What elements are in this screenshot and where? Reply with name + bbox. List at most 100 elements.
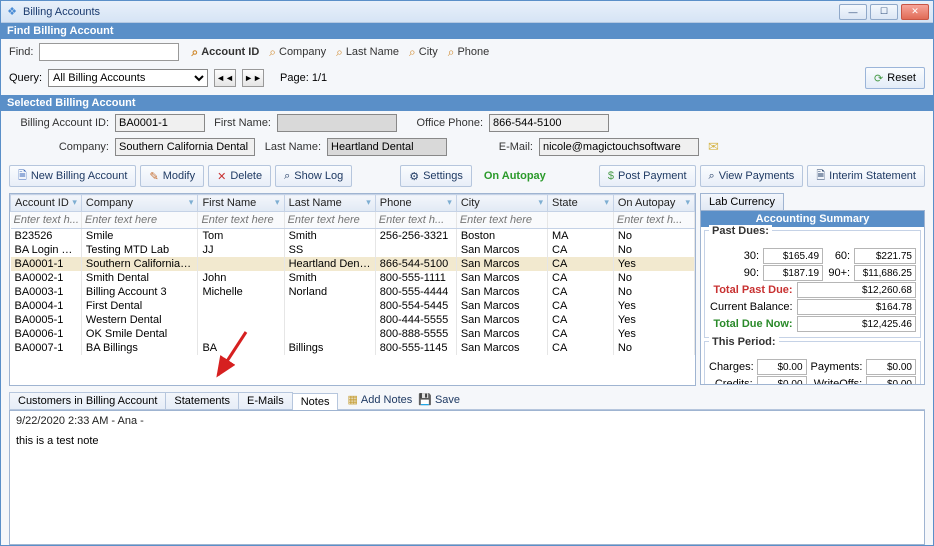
cell-state: MA — [548, 229, 614, 244]
first-name-field[interactable] — [277, 114, 397, 132]
cell-state: CA — [548, 243, 614, 257]
col-phone[interactable]: Phone▾ — [375, 195, 456, 212]
cell-autopay: Yes — [613, 257, 694, 271]
reset-button[interactable]: ⟳Reset — [865, 67, 925, 89]
cell-city: San Marcos — [456, 285, 547, 299]
last-name-field[interactable] — [327, 138, 447, 156]
cell-last: Billings — [284, 341, 375, 355]
find-input[interactable] — [39, 43, 179, 61]
d60-value: $221.75 — [854, 248, 916, 264]
show-log-button[interactable]: ⌕Show Log — [275, 165, 352, 187]
find-radio-last-name[interactable]: ⌕Last Name — [336, 45, 399, 60]
settings-button[interactable]: ⚙Settings — [400, 165, 472, 187]
accounts-grid[interactable]: Account ID▾Company▾First Name▾Last Name▾… — [10, 194, 695, 355]
modify-button[interactable]: ✎Modify — [140, 165, 204, 187]
delete-button[interactable]: ✕Delete — [208, 165, 271, 187]
column-filter-input[interactable] — [548, 212, 613, 228]
notes-textarea[interactable]: 9/22/2020 2:33 AM - Ana - this is a test… — [9, 410, 925, 545]
col-company[interactable]: Company▾ — [81, 195, 198, 212]
billing-account-id-field[interactable] — [115, 114, 205, 132]
d90-label: 90: — [709, 267, 759, 279]
column-filter-input[interactable] — [376, 212, 456, 228]
col-city[interactable]: City▾ — [456, 195, 547, 212]
company-field[interactable] — [115, 138, 255, 156]
email-field[interactable] — [539, 138, 699, 156]
cell-id: BA0003-1 — [11, 285, 82, 299]
close-button[interactable]: ✕ — [901, 4, 929, 20]
modify-icon: ✎ — [149, 170, 158, 183]
find-radio-account-id[interactable]: ⌕Account ID — [191, 45, 259, 60]
office-phone-field[interactable] — [489, 114, 609, 132]
page-last-button[interactable]: ►► — [242, 69, 264, 87]
tab-lab-currency[interactable]: Lab Currency — [700, 193, 784, 210]
maximize-button[interactable]: ☐ — [870, 4, 898, 20]
email-icon[interactable]: ✉ — [708, 139, 719, 155]
cell-first: BA — [198, 341, 284, 355]
col-first-name[interactable]: First Name▾ — [198, 195, 284, 212]
column-filter-input[interactable] — [11, 212, 81, 228]
query-select[interactable]: All Billing Accounts — [48, 69, 208, 87]
total-due-now-value: $12,425.46 — [797, 316, 916, 332]
reset-icon: ⟳ — [874, 72, 883, 85]
first-name-label: First Name: — [211, 117, 271, 129]
cell-phone: 256-256-3321 — [375, 229, 456, 244]
filter-icon: ▾ — [72, 197, 77, 208]
table-row[interactable]: B23526SmileTomSmith256-256-3321BostonMAN… — [11, 229, 695, 244]
tab-statements[interactable]: Statements — [165, 392, 239, 409]
find-radio-company[interactable]: ⌕Company — [269, 45, 326, 60]
find-radio-phone[interactable]: ⌕Phone — [448, 45, 490, 60]
column-filter-input[interactable] — [614, 212, 694, 228]
selected-row2: Company: Last Name: E-Mail: ✉ — [1, 135, 933, 159]
column-filter-input[interactable] — [82, 212, 198, 228]
table-row[interactable]: BA0005-1Western Dental800-444-5555San Ma… — [11, 313, 695, 327]
company-label: Company: — [9, 141, 109, 153]
column-filter-input[interactable] — [285, 212, 375, 228]
search-icon: ⌕ — [191, 45, 198, 60]
credits-value: $0.00 — [757, 376, 807, 385]
view-payments-button[interactable]: ⌕View Payments — [700, 165, 804, 187]
cell-company: Billing Account 3 — [81, 285, 198, 299]
cell-first — [198, 257, 284, 271]
table-row[interactable]: BA Login TestTesting MTD LabJJSSSan Marc… — [11, 243, 695, 257]
past-dues-legend: Past Dues: — [709, 225, 772, 237]
accounting-summary-box: Accounting Summary Past Dues: 30:$165.49… — [700, 210, 925, 385]
cell-phone: 800-554-5445 — [375, 299, 456, 313]
cell-city: San Marcos — [456, 257, 547, 271]
page-first-button[interactable]: ◄◄ — [214, 69, 236, 87]
billing-accounts-window: ❖ Billing Accounts — ☐ ✕ Find Billing Ac… — [0, 0, 934, 546]
log-icon: ⌕ — [284, 170, 290, 183]
find-row: Find: ⌕Account ID⌕Company⌕Last Name⌕City… — [1, 39, 933, 65]
current-balance-label: Current Balance: — [709, 301, 793, 313]
minimize-button[interactable]: — — [839, 4, 867, 20]
accounts-grid-wrap: Account ID▾Company▾First Name▾Last Name▾… — [9, 193, 696, 386]
save-notes-button[interactable]: 💾Save — [418, 393, 460, 406]
interim-statement-button[interactable]: 🗎Interim Statement — [807, 165, 925, 187]
search-icon: ⌕ — [336, 45, 343, 60]
right-column: Lab Currency Accounting Summary Past Due… — [700, 193, 925, 386]
table-row[interactable]: BA0003-1Billing Account 3MichelleNorland… — [11, 285, 695, 299]
add-notes-button[interactable]: ▦Add Notes — [347, 393, 412, 406]
col-state[interactable]: State▾ — [548, 195, 614, 212]
find-radio-city[interactable]: ⌕City — [409, 45, 438, 60]
cell-phone: 800-888-5555 — [375, 327, 456, 341]
tab-notes[interactable]: Notes — [292, 393, 339, 410]
col-account-id[interactable]: Account ID▾ — [11, 195, 82, 212]
column-filter-input[interactable] — [457, 212, 547, 228]
radio-label: Last Name — [346, 46, 399, 58]
post-payment-button[interactable]: $Post Payment — [599, 165, 696, 187]
column-filter-input[interactable] — [198, 212, 283, 228]
col-on-autopay[interactable]: On Autopay▾ — [613, 195, 694, 212]
d90-value: $187.19 — [763, 265, 823, 281]
table-row[interactable]: BA0004-1First Dental800-554-5445San Marc… — [11, 299, 695, 313]
table-row[interactable]: BA0006-1OK Smile Dental800-888-5555San M… — [11, 327, 695, 341]
tab-customers-in-billing-account[interactable]: Customers in Billing Account — [9, 392, 166, 409]
table-row[interactable]: BA0002-1Smith DentalJohnSmith800-555-111… — [11, 271, 695, 285]
payments-label: Payments: — [811, 361, 863, 373]
new-billing-account-button[interactable]: 🗎New Billing Account — [9, 165, 136, 187]
cell-autopay: No — [613, 243, 694, 257]
table-row[interactable]: BA0007-1BA BillingsBABillings800-555-114… — [11, 341, 695, 355]
col-last-name[interactable]: Last Name▾ — [284, 195, 375, 212]
table-row[interactable]: BA0001-1Southern California Dental...Hea… — [11, 257, 695, 271]
page-label: Page: 1/1 — [280, 72, 327, 84]
tab-e-mails[interactable]: E-Mails — [238, 392, 293, 409]
